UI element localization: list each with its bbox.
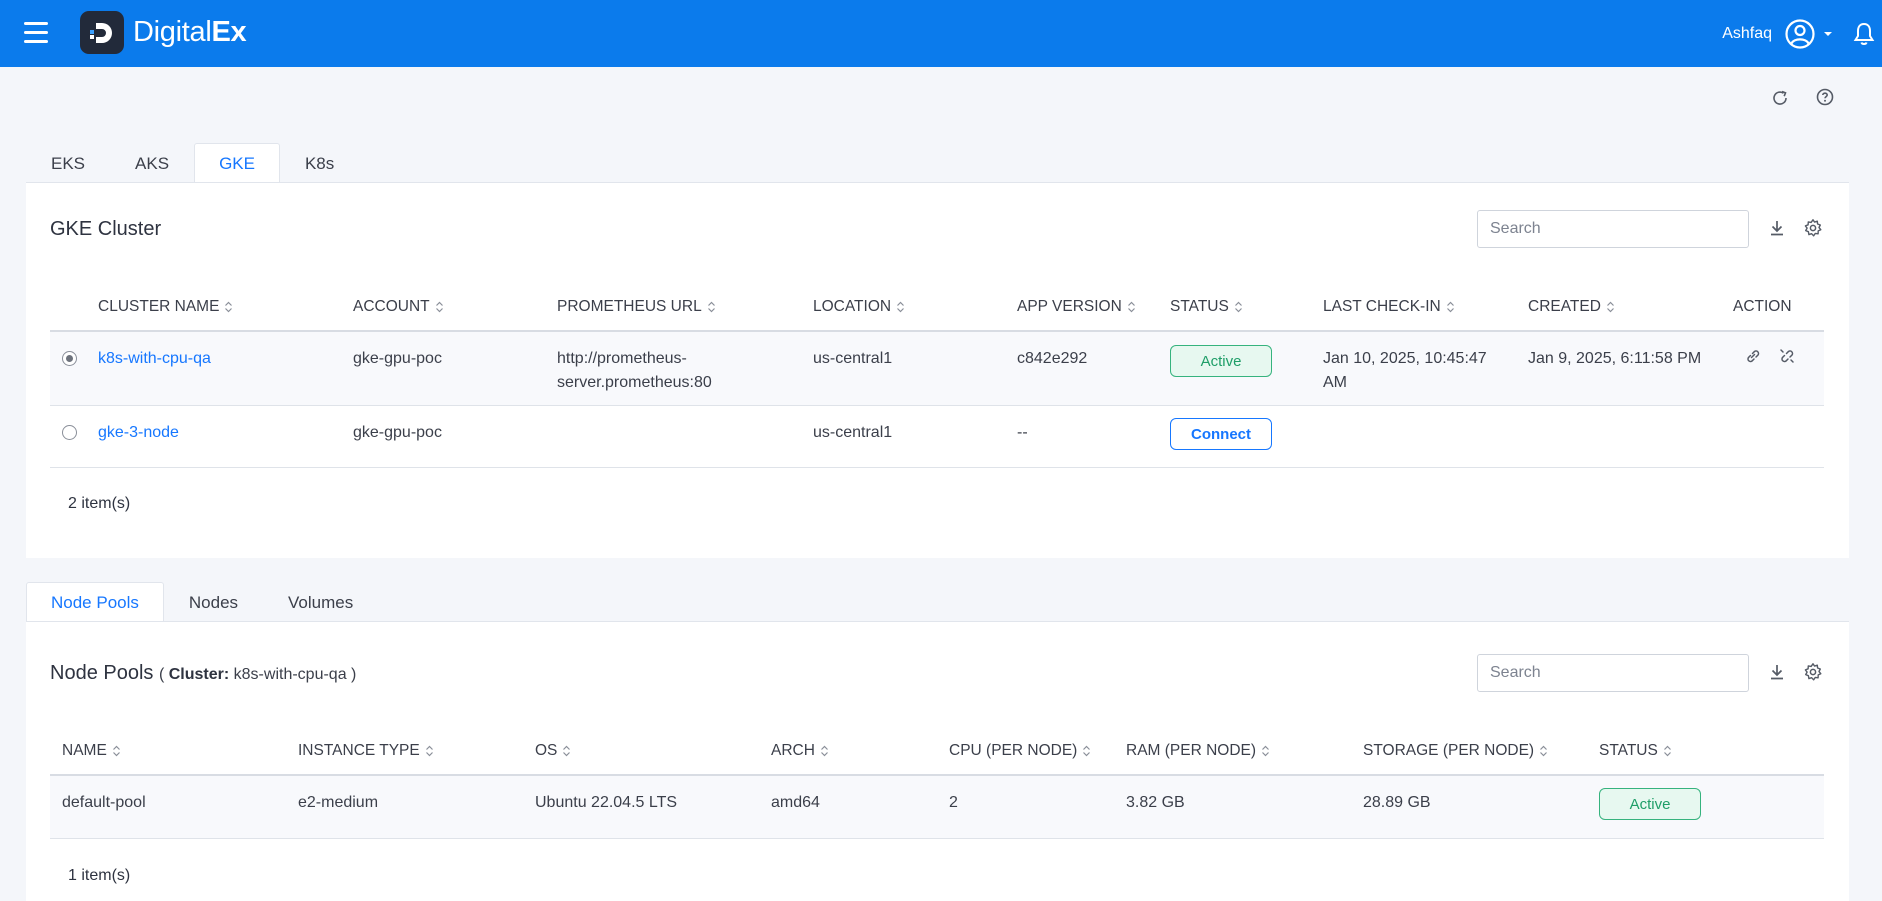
os-cell: Ubuntu 22.04.5 LTS (535, 794, 678, 811)
tab-nodes[interactable]: Nodes (164, 582, 263, 622)
bell-icon[interactable] (1852, 21, 1876, 47)
sort-icon (425, 745, 433, 757)
sort-icon (707, 301, 715, 313)
table-header: CLUSTER NAME ACCOUNT PROMETHEUS URL LOCA… (50, 282, 1824, 332)
node-pool-table: NAME INSTANCE TYPE OS ARCH CPU (PER NODE… (50, 726, 1824, 839)
column-os[interactable]: OS (535, 742, 571, 760)
unlink-icon[interactable] (1778, 347, 1796, 365)
user-name[interactable]: Ashfaq (1722, 25, 1772, 43)
ram-cell: 3.82 GB (1126, 794, 1185, 811)
gear-icon[interactable] (1803, 662, 1823, 682)
sort-icon (1234, 301, 1242, 313)
help-icon[interactable] (1815, 87, 1835, 107)
connect-button[interactable]: Connect (1170, 418, 1272, 450)
arch-cell: amd64 (771, 794, 820, 811)
status-badge: Active (1170, 345, 1272, 377)
item-count: 2 item(s) (68, 495, 131, 512)
column-ram-per-node[interactable]: RAM (PER NODE) (1126, 742, 1270, 760)
digitalex-logo-icon (80, 11, 124, 54)
sort-icon (1262, 745, 1269, 757)
panel-title: GKE Cluster (50, 218, 162, 240)
user-avatar-icon[interactable] (1784, 18, 1816, 50)
node-pool-search-input[interactable] (1477, 654, 1749, 692)
top-app-bar: DigitalEx Ashfaq (0, 0, 1882, 67)
sort-icon (897, 301, 905, 313)
row-select-radio[interactable] (62, 351, 77, 366)
cluster-name-link[interactable]: k8s-with-cpu-qa (98, 347, 211, 371)
brand-logo[interactable]: DigitalEx (80, 11, 247, 54)
sort-icon (112, 745, 120, 757)
sort-icon (435, 301, 443, 313)
node-pool-name-cell: default-pool (62, 794, 146, 811)
sort-icon (1083, 745, 1091, 757)
cluster-table: CLUSTER NAME ACCOUNT PROMETHEUS URL LOCA… (50, 282, 1824, 468)
cpu-cell: 2 (949, 794, 958, 811)
column-prometheus-url[interactable]: PROMETHEUS URL (557, 298, 716, 316)
hamburger-menu-icon[interactable] (24, 22, 48, 44)
column-arch[interactable]: ARCH (771, 742, 829, 760)
column-status[interactable]: STATUS (1170, 298, 1243, 316)
account-cell: gke-gpu-poc (353, 424, 442, 441)
column-account[interactable]: ACCOUNT (353, 298, 444, 316)
app-version-cell: c842e292 (1017, 350, 1088, 367)
app-version-cell: -- (1017, 424, 1028, 441)
item-count: 1 item(s) (68, 867, 131, 884)
storage-cell: 28.89 GB (1363, 794, 1431, 811)
sort-icon (1127, 301, 1135, 313)
location-cell: us-central1 (813, 350, 893, 367)
column-name[interactable]: NAME (62, 742, 121, 760)
column-status[interactable]: STATUS (1599, 742, 1672, 760)
cluster-search-input[interactable] (1477, 210, 1749, 248)
column-cpu-per-node[interactable]: CPU (PER NODE) (949, 742, 1091, 760)
sort-icon (820, 745, 828, 757)
table-row[interactable]: k8s-with-cpu-qa gke-gpu-poc http://prome… (50, 332, 1824, 406)
cluster-name-link[interactable]: gke-3-node (98, 421, 179, 445)
tab-k8s[interactable]: K8s (280, 143, 359, 183)
column-created[interactable]: CREATED (1528, 298, 1615, 316)
column-action: ACTION (1733, 298, 1792, 315)
download-icon[interactable] (1767, 218, 1787, 238)
column-location[interactable]: LOCATION (813, 298, 905, 316)
table-row[interactable]: gke-3-node gke-gpu-poc us-central1 -- Co… (50, 406, 1824, 468)
column-cluster-name[interactable]: CLUSTER NAME (98, 298, 233, 316)
tab-volumes[interactable]: Volumes (263, 582, 378, 622)
instance-type-cell: e2-medium (298, 794, 379, 811)
sort-icon (563, 745, 571, 757)
tab-node-pools[interactable]: Node Pools (26, 582, 164, 622)
refresh-icon[interactable] (1770, 88, 1790, 108)
sort-icon (1606, 301, 1614, 313)
created-cell: Jan 9, 2025, 6:11:58 PM (1528, 350, 1702, 367)
column-instance-type[interactable]: INSTANCE TYPE (298, 742, 434, 760)
prometheus-url-cell: http://prometheus- server.prometheus:80 (557, 350, 712, 391)
cluster-type-tabs: EKS AKS GKE K8s (26, 143, 359, 183)
tab-eks[interactable]: EKS (26, 143, 110, 183)
download-icon[interactable] (1767, 662, 1787, 682)
column-last-check-in[interactable]: LAST CHECK-IN (1323, 298, 1455, 316)
panel-title: Node Pools ( Cluster: k8s-with-cpu-qa ) (50, 662, 357, 684)
status-badge: Active (1599, 788, 1701, 820)
gear-icon[interactable] (1803, 218, 1823, 238)
column-app-version[interactable]: APP VERSION (1017, 298, 1136, 316)
sort-icon (1446, 301, 1454, 313)
table-row[interactable]: default-pool e2-medium Ubuntu 22.04.5 LT… (50, 776, 1824, 839)
table-header: NAME INSTANCE TYPE OS ARCH CPU (PER NODE… (50, 726, 1824, 776)
tab-aks[interactable]: AKS (110, 143, 194, 183)
gke-cluster-panel: GKE Cluster CLUSTER NAME ACCOUNT PROMETH… (26, 182, 1849, 558)
detail-tabs: Node Pools Nodes Volumes (26, 582, 378, 622)
column-storage-per-node[interactable]: STORAGE (PER NODE) (1363, 742, 1548, 760)
node-pools-panel: Node Pools ( Cluster: k8s-with-cpu-qa ) … (26, 621, 1849, 901)
last-check-in-cell: Jan 10, 2025, 10:45:47 AM (1323, 350, 1487, 391)
link-icon[interactable] (1744, 347, 1762, 365)
account-cell: gke-gpu-poc (353, 350, 442, 367)
tab-gke[interactable]: GKE (194, 143, 280, 183)
sort-icon (225, 301, 233, 313)
sort-icon (1540, 745, 1548, 757)
chevron-down-icon[interactable] (1822, 28, 1834, 40)
row-select-radio[interactable] (62, 425, 77, 440)
location-cell: us-central1 (813, 424, 893, 441)
sort-icon (1663, 745, 1671, 757)
brand-name: DigitalEx (133, 16, 247, 48)
